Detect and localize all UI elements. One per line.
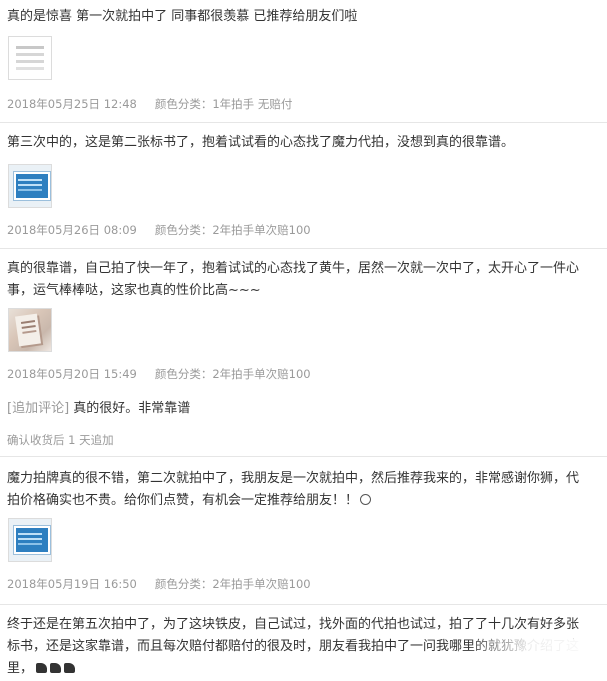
review-meta: 2018年05月19日 16:50 颜色分类：2年拍手单次赔100: [7, 576, 311, 592]
category-value: 2年拍手单次赔100: [212, 367, 311, 381]
thumbs-up-icon: [64, 663, 76, 673]
review-date: 2018年05月19日 16:50: [7, 577, 137, 591]
review-date: 2018年05月26日 08:09: [7, 223, 137, 237]
review-text-body: 魔力拍牌真的很不错，第二次就拍中了，我朋友是一次就拍中，然后推荐我来的，非常感谢…: [7, 471, 580, 508]
category-label: 颜色分类：: [154, 223, 213, 237]
followup-tag: [追加评论]: [7, 401, 70, 416]
followup-comment: [追加评论] 真的很好。非常靠谱: [7, 398, 589, 420]
review-item: 真的是惊喜 第一次就拍中了 同事都很羡慕 已推荐给朋友们啦 2018年05月25…: [0, 0, 607, 123]
review-text: 真的很靠谱，自己拍了快一年了，抱着试试的心态找了黄牛，居然一次就一次中了，太开心…: [7, 261, 580, 298]
review-thumbnail[interactable]: [8, 518, 52, 562]
category-label: 颜色分类：: [154, 367, 213, 381]
category-value: 1年拍手 无赔付: [212, 97, 293, 111]
category-label: 颜色分类：: [154, 97, 213, 111]
review-text: 魔力拍牌真的很不错，第二次就拍中了，我朋友是一次就拍中，然后推荐我来的，非常感谢…: [7, 468, 589, 512]
review-item: 真的很靠谱，自己拍了快一年了，抱着试试的心态找了黄牛，居然一次就一次中了，太开心…: [0, 248, 607, 457]
followup-meta: 确认收货后 1 天追加: [7, 433, 114, 447]
thumbs-up-icon: [50, 663, 62, 673]
followup-text: 真的很好。非常靠谱: [73, 401, 191, 416]
review-item: 终于还是在第五次拍中了，为了这块铁皮，自己试过，找外面的代拍也试过，拍了了十几次…: [0, 604, 607, 681]
fade-overlay: [467, 639, 607, 663]
review-meta: 2018年05月20日 15:49 颜色分类：2年拍手单次赔100: [7, 366, 311, 382]
review-item: 第三次中的，这是第二张标书了，抱着试试看的心态找了魔力代拍，没想到真的很靠谱。 …: [0, 122, 607, 249]
review-date: 2018年05月20日 15:49: [7, 367, 137, 381]
review-text: 真的是惊喜 第一次就拍中了 同事都很羡慕 已推荐给朋友们啦: [7, 9, 358, 24]
category-value: 2年拍手单次赔100: [212, 577, 311, 591]
review-text: 第三次中的，这是第二张标书了，抱着试试看的心态找了魔力代拍，没想到真的很靠谱。: [7, 135, 515, 150]
review-meta: 2018年05月26日 08:09 颜色分类：2年拍手单次赔100: [7, 222, 311, 238]
category-value: 2年拍手单次赔100: [212, 223, 311, 237]
review-date: 2018年05月25日 12:48: [7, 97, 137, 111]
category-label: 颜色分类：: [154, 577, 213, 591]
review-thumbnail[interactable]: [8, 308, 52, 352]
review-meta: 2018年05月25日 12:48 颜色分类：1年拍手 无赔付: [7, 96, 292, 112]
review-item: 魔力拍牌真的很不错，第二次就拍中了，我朋友是一次就拍中，然后推荐我来的，非常感谢…: [0, 456, 607, 605]
thumbs-up-icon: [36, 663, 48, 673]
review-thumbnail[interactable]: [8, 36, 52, 80]
review-thumbnail[interactable]: [8, 164, 52, 208]
smile-icon: [360, 494, 372, 505]
